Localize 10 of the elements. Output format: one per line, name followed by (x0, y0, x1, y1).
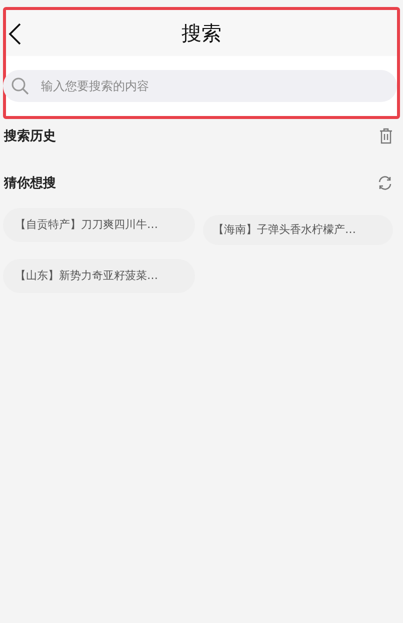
page-title: 搜索 (182, 20, 222, 46)
suggestion-chip[interactable]: 【自贡特产】刀刀爽四川牛… (3, 208, 195, 242)
suggestion-chip[interactable]: 【山东】新势力奇亚籽菠菜… (3, 259, 195, 293)
section-title: 猜你想搜 (4, 175, 56, 192)
section-title: 搜索历史 (4, 128, 56, 145)
search-field[interactable]: 输入您要搜索的内容 (3, 70, 397, 102)
trash-icon[interactable] (379, 128, 393, 144)
back-icon[interactable] (8, 22, 22, 46)
suggestion-chip[interactable]: 【海南】子弹头香水柠檬产… (203, 215, 393, 245)
refresh-icon[interactable] (377, 175, 393, 191)
